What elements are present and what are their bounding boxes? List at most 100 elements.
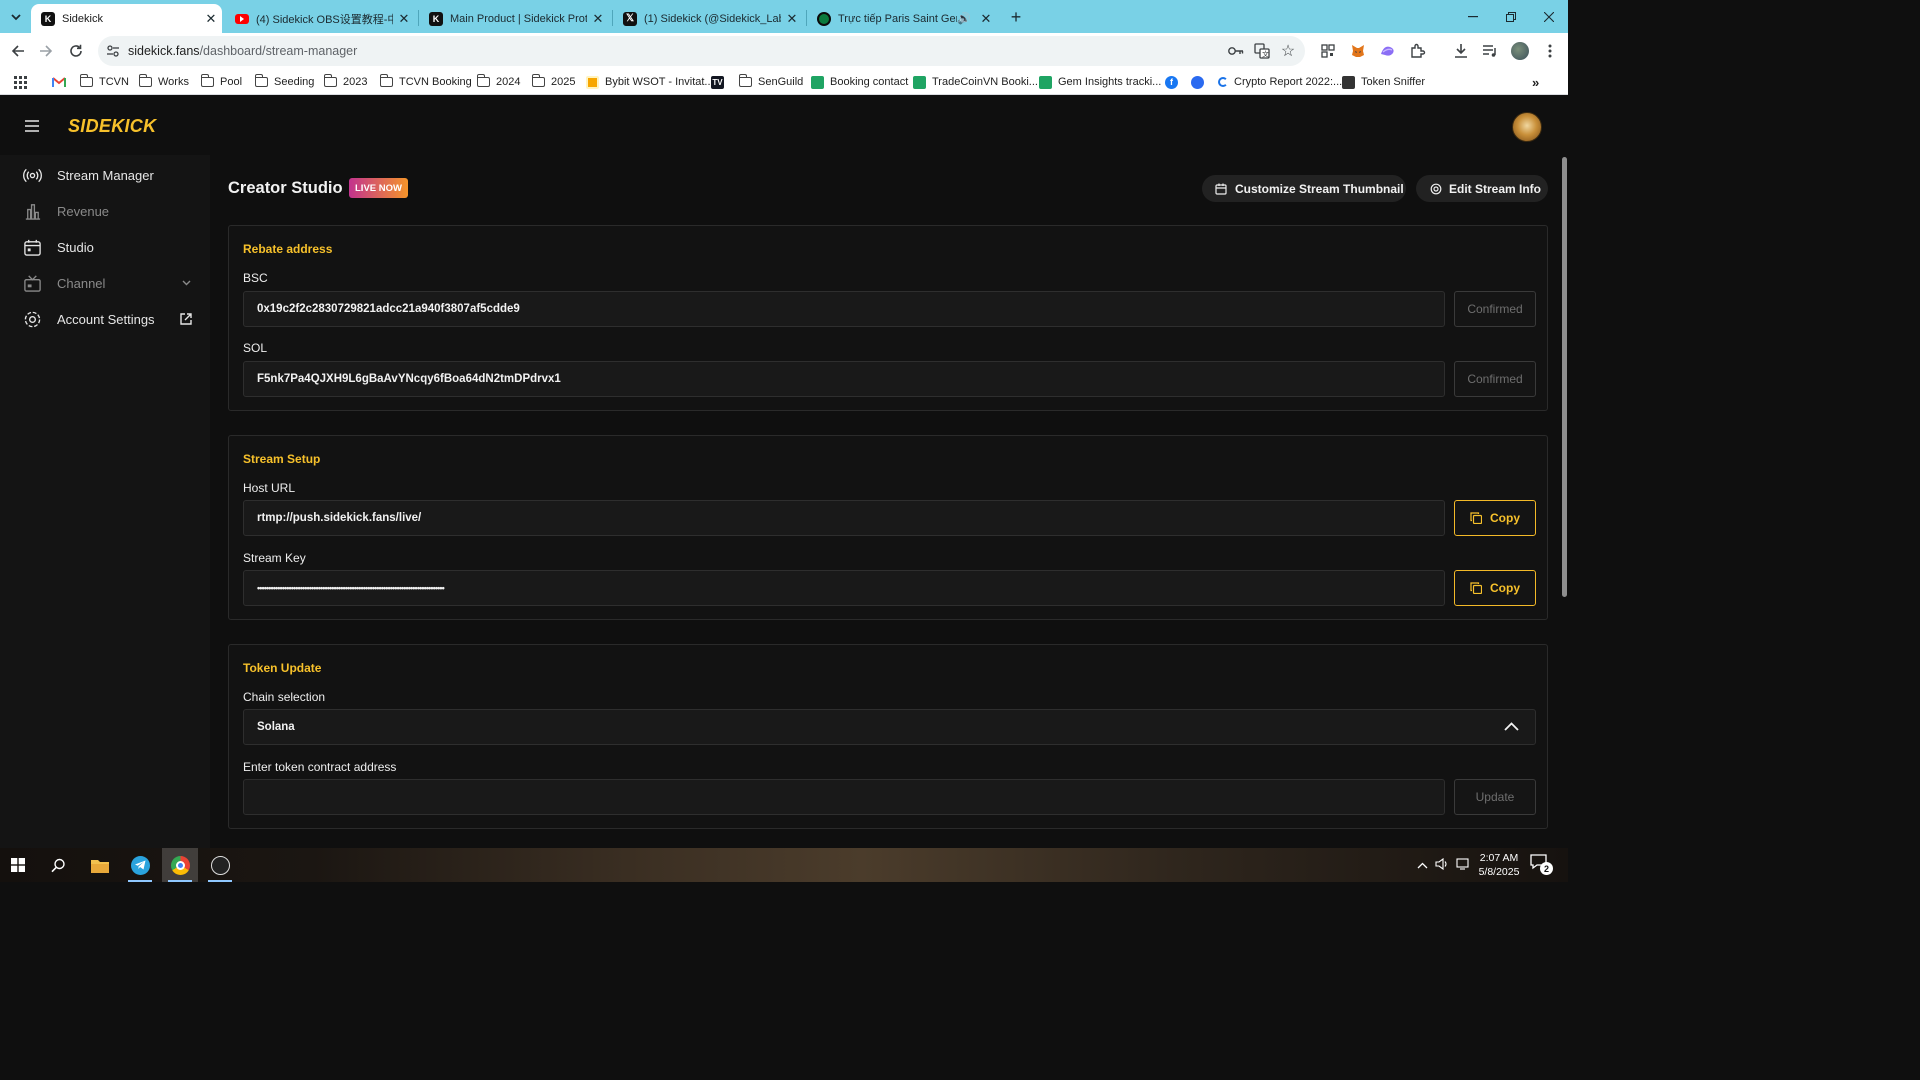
bookmark-folder-works[interactable]: Works: [138, 73, 189, 91]
host-url-field[interactable]: rtmp://push.sidekick.fans/live/: [243, 500, 1445, 536]
sidebar-item-account-settings[interactable]: Account Settings: [0, 301, 210, 337]
bsc-confirmed-button[interactable]: Confirmed: [1454, 291, 1536, 327]
volume-icon[interactable]: [1435, 857, 1449, 873]
new-tab-button[interactable]: +: [1005, 6, 1027, 28]
close-tab-icon[interactable]: ✕: [975, 11, 997, 27]
customize-thumbnail-button[interactable]: Customize Stream Thumbnail: [1202, 175, 1406, 202]
bookmark-facebook[interactable]: f: [1165, 73, 1184, 91]
messenger-icon: [1191, 75, 1204, 89]
bookmark-tradecoinvn[interactable]: TradeCoinVN Booki...: [913, 73, 1038, 91]
update-token-button[interactable]: Update: [1454, 779, 1536, 815]
bookmark-gmail[interactable]: [52, 73, 72, 91]
bookmark-folder-tcvn-booking[interactable]: TCVN Booking: [379, 73, 472, 91]
rebate-address-card: Rebate address BSC 0x19c2f2c2830729821ad…: [228, 225, 1548, 411]
bookmark-token-sniffer[interactable]: Token Sniffer: [1342, 73, 1425, 91]
bookmark-bybit[interactable]: Bybit WSOT - Invitat...: [586, 73, 714, 91]
password-key-icon[interactable]: [1226, 41, 1246, 61]
copy-label: Copy: [1490, 581, 1520, 595]
tab-search-button[interactable]: [6, 8, 26, 26]
bsc-address-field[interactable]: 0x19c2f2c2830729821adcc21a940f3807af5cdd…: [243, 291, 1445, 327]
browser-tab-youtube[interactable]: (4) Sidekick OBS设置教程-中文 ✕: [225, 4, 415, 33]
copy-host-url-button[interactable]: Copy: [1454, 500, 1536, 536]
more-menu-icon[interactable]: [1540, 41, 1560, 61]
close-tab-icon[interactable]: ✕: [393, 11, 415, 27]
chain-select[interactable]: Solana: [243, 709, 1536, 745]
bookmark-booking-contact[interactable]: Booking contact: [811, 73, 908, 91]
page-title: Creator Studio: [228, 179, 343, 197]
translate-icon[interactable]: 文: [1252, 41, 1272, 61]
sidebar-item-label: Revenue: [57, 203, 110, 219]
bookmark-folder-seeding[interactable]: Seeding: [254, 73, 314, 91]
site-info-icon[interactable]: [98, 45, 128, 57]
bookmark-folder-senguild[interactable]: SenGuild: [738, 73, 803, 91]
close-tab-icon[interactable]: ✕: [200, 11, 222, 27]
folder-icon: [138, 74, 152, 87]
bookmarks-overflow-icon[interactable]: »: [1532, 73, 1539, 91]
bookmark-crypto-report[interactable]: Crypto Report 2022:...: [1218, 73, 1342, 91]
edit-stream-info-button[interactable]: Edit Stream Info: [1416, 175, 1548, 202]
media-queue-icon[interactable]: [1480, 41, 1500, 61]
folder-icon: [79, 74, 93, 87]
sidekick-logo[interactable]: SIDEKICK: [68, 116, 156, 137]
profile-avatar[interactable]: [1510, 41, 1530, 61]
notification-center-button[interactable]: 2: [1530, 854, 1554, 876]
extensions-puzzle-icon[interactable]: [1408, 41, 1428, 61]
bookmark-folder-pool[interactable]: Pool: [200, 73, 242, 91]
minimize-window-button[interactable]: [1454, 0, 1492, 33]
stream-key-field[interactable]: ••••••••••••••••••••••••••••••••••••••••…: [243, 570, 1445, 606]
close-tab-icon[interactable]: ✕: [587, 11, 609, 27]
network-icon[interactable]: [1456, 858, 1471, 873]
restore-window-button[interactable]: [1492, 0, 1530, 33]
apps-grid-icon[interactable]: [14, 73, 27, 91]
settings-icon: [24, 311, 41, 328]
hamburger-menu-icon[interactable]: [25, 119, 39, 132]
speaker-icon[interactable]: 🔊: [957, 12, 975, 25]
reload-button[interactable]: [64, 39, 88, 63]
taskbar-obs[interactable]: [202, 848, 238, 882]
bookmark-gem-insights[interactable]: Gem Insights tracki...: [1039, 73, 1161, 91]
bookmark-messenger[interactable]: [1191, 73, 1210, 91]
start-button[interactable]: [0, 848, 36, 882]
browser-tab-psg[interactable]: Trực tiếp Paris Saint Germa 🔊 ✕: [807, 4, 997, 33]
show-hidden-icons-button[interactable]: [1417, 858, 1428, 872]
browser-tab-x[interactable]: 𝕏 (1) Sidekick (@Sidekick_Labs) / ✕: [613, 4, 803, 33]
download-icon[interactable]: [1451, 41, 1471, 61]
purple-extension-icon[interactable]: [1378, 41, 1398, 61]
sidebar-item-revenue[interactable]: Revenue: [0, 193, 210, 229]
page-scrollbar-thumb[interactable]: [1562, 157, 1567, 597]
sidebar-item-label: Account Settings: [57, 311, 155, 327]
metamask-extension-icon[interactable]: [1348, 41, 1368, 61]
folder-icon: [738, 74, 752, 87]
sidebar-item-stream-manager[interactable]: Stream Manager: [0, 157, 210, 193]
clock[interactable]: 2:07 AM 5/8/2025: [1478, 851, 1520, 879]
copy-stream-key-button[interactable]: Copy: [1454, 570, 1536, 606]
bookmark-star-icon[interactable]: ☆: [1278, 41, 1298, 61]
browser-tab-main-product[interactable]: K Main Product | Sidekick Protoc ✕: [419, 4, 609, 33]
bookmark-folder-2025[interactable]: 2025: [531, 73, 575, 91]
user-avatar[interactable]: [1512, 112, 1542, 142]
close-tab-icon[interactable]: ✕: [781, 11, 803, 27]
close-window-button[interactable]: [1530, 0, 1568, 33]
sol-address-field[interactable]: F5nk7Pa4QJXH9L6gBaAvYNcqy6fBoa64dN2tmDPd…: [243, 361, 1445, 397]
copy-label: Copy: [1490, 511, 1520, 525]
bookmark-folder-tcvn[interactable]: TCVN: [79, 73, 129, 91]
taskbar-file-explorer[interactable]: [82, 848, 118, 882]
sidebar-item-channel[interactable]: Channel: [0, 265, 210, 301]
telegram-icon: [130, 855, 150, 875]
bookmark-folder-2023[interactable]: 2023: [323, 73, 367, 91]
contract-address-input[interactable]: [243, 779, 1445, 815]
sol-confirmed-button[interactable]: Confirmed: [1454, 361, 1536, 397]
taskbar-search-button[interactable]: [40, 848, 76, 882]
app-header: SIDEKICK: [0, 95, 1568, 155]
chain-selection-label: Chain selection: [243, 690, 326, 704]
address-bar[interactable]: sidekick.fans/dashboard/stream-manager: [98, 36, 1305, 66]
taskbar-telegram[interactable]: [122, 848, 158, 882]
back-button[interactable]: [6, 39, 30, 63]
browser-tab-sidekick[interactable]: K Sidekick ✕: [31, 4, 222, 33]
bookmark-folder-2024[interactable]: 2024: [476, 73, 520, 91]
bookmark-tradingview[interactable]: TV: [711, 73, 730, 91]
qr-extension-icon[interactable]: [1318, 41, 1338, 61]
taskbar-chrome[interactable]: [162, 848, 198, 882]
sidebar-item-studio[interactable]: Studio: [0, 229, 210, 265]
forward-button[interactable]: [34, 39, 58, 63]
